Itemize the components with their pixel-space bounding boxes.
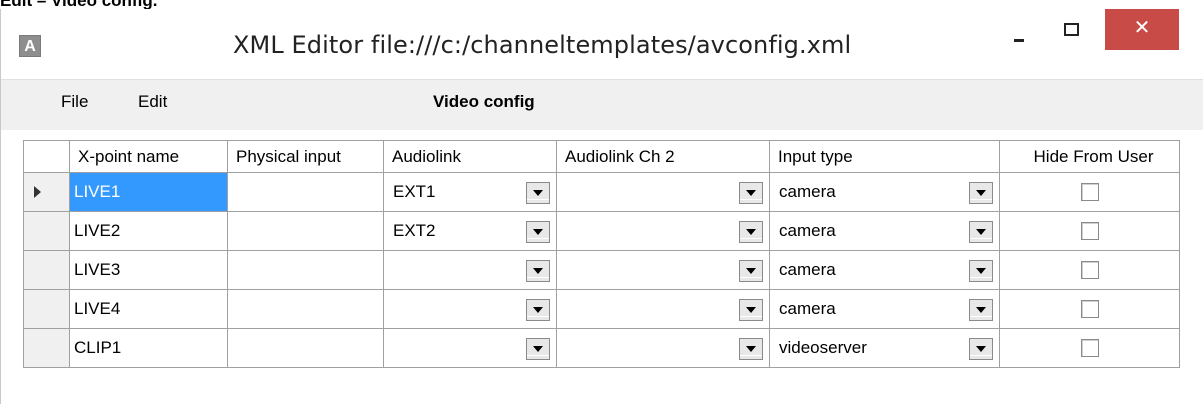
audiolink-ch2-dropdown[interactable]	[556, 250, 770, 290]
xpoint-name-cell[interactable]: LIVE2	[69, 211, 228, 251]
window-title: XML Editor file:///c:/channeltemplates/a…	[233, 31, 852, 59]
chevron-down-icon[interactable]	[526, 338, 550, 360]
input-type-dropdown[interactable]: videoserver	[769, 328, 1000, 368]
xpoint-name-cell[interactable]: LIVE4	[69, 289, 228, 329]
title-bar[interactable]: A XML Editor file:///c:/channeltemplates…	[1, 9, 1203, 79]
table-row[interactable]: CLIP1 videoserver	[23, 328, 1180, 368]
xpoint-name-cell[interactable]: LIVE1	[69, 172, 228, 212]
row-header[interactable]	[23, 172, 70, 212]
minimize-icon	[1014, 39, 1024, 42]
column-header-input-type[interactable]: Input type	[769, 140, 1000, 173]
hide-from-user-cell	[999, 250, 1180, 290]
row-header[interactable]	[23, 250, 70, 290]
chevron-down-icon[interactable]	[969, 260, 993, 282]
menu-edit[interactable]: Edit	[138, 92, 167, 112]
xml-editor-window: A XML Editor file:///c:/channeltemplates…	[0, 9, 1203, 404]
hide-from-user-checkbox[interactable]	[1080, 222, 1099, 240]
maximize-button[interactable]	[1041, 9, 1101, 50]
app-icon[interactable]: A	[19, 35, 41, 57]
chevron-down-icon[interactable]	[739, 221, 763, 243]
chevron-down-icon[interactable]	[739, 338, 763, 360]
physical-input-cell[interactable]	[227, 289, 384, 329]
audiolink-ch2-dropdown[interactable]	[556, 328, 770, 368]
chevron-down-icon[interactable]	[969, 338, 993, 360]
close-button[interactable]: ✕	[1105, 9, 1179, 50]
hide-from-user-checkbox[interactable]	[1080, 183, 1099, 201]
chevron-down-icon[interactable]	[526, 299, 550, 321]
chevron-down-icon[interactable]	[739, 299, 763, 321]
caption-text: Edit – Video config.	[0, 0, 158, 10]
physical-input-cell[interactable]	[227, 172, 384, 212]
column-header-audiolink-ch2[interactable]: Audiolink Ch 2	[556, 140, 770, 173]
row-header[interactable]	[23, 328, 70, 368]
input-type-dropdown[interactable]: camera	[769, 289, 1000, 329]
hide-from-user-cell	[999, 289, 1180, 329]
input-type-dropdown[interactable]: camera	[769, 172, 1000, 212]
hide-from-user-cell	[999, 328, 1180, 368]
audiolink-ch2-dropdown[interactable]	[556, 211, 770, 251]
column-header-xpoint-name[interactable]: X-point name	[69, 140, 228, 173]
table-row[interactable]: LIVE3 camera	[23, 250, 1180, 290]
minimize-button[interactable]	[997, 9, 1041, 50]
physical-input-cell[interactable]	[227, 211, 384, 251]
menu-file[interactable]: File	[61, 92, 88, 112]
audiolink-dropdown[interactable]	[383, 289, 557, 329]
table-row[interactable]: LIVE1 EXT1 camera	[23, 172, 1180, 212]
xpoint-name-cell[interactable]: LIVE3	[69, 250, 228, 290]
chevron-down-icon[interactable]	[739, 260, 763, 282]
chevron-down-icon[interactable]	[526, 182, 550, 204]
chevron-down-icon[interactable]	[969, 221, 993, 243]
xpoint-name-cell[interactable]: CLIP1	[69, 328, 228, 368]
chevron-down-icon[interactable]	[739, 182, 763, 204]
hide-from-user-cell	[999, 172, 1180, 212]
hide-from-user-cell	[999, 211, 1180, 251]
audiolink-dropdown[interactable]: EXT2	[383, 211, 557, 251]
column-header-hide-from-user[interactable]: Hide From User	[999, 140, 1180, 173]
close-icon: ✕	[1133, 15, 1151, 39]
chevron-down-icon[interactable]	[969, 182, 993, 204]
table-row[interactable]: LIVE4 camera	[23, 289, 1180, 329]
row-header[interactable]	[23, 289, 70, 329]
audiolink-ch2-dropdown[interactable]	[556, 289, 770, 329]
row-header[interactable]	[23, 211, 70, 251]
input-type-dropdown[interactable]: camera	[769, 250, 1000, 290]
column-header-audiolink[interactable]: Audiolink	[383, 140, 557, 173]
input-type-dropdown[interactable]: camera	[769, 211, 1000, 251]
hide-from-user-checkbox[interactable]	[1080, 339, 1099, 357]
hide-from-user-checkbox[interactable]	[1080, 300, 1099, 318]
data-grid-area: X-point name Physical input Audiolink Au…	[1, 130, 1203, 404]
maximize-icon	[1064, 23, 1079, 36]
audiolink-ch2-dropdown[interactable]	[556, 172, 770, 212]
physical-input-cell[interactable]	[227, 328, 384, 368]
chevron-down-icon[interactable]	[526, 260, 550, 282]
physical-input-cell[interactable]	[227, 250, 384, 290]
column-header-physical-input[interactable]: Physical input	[227, 140, 384, 173]
audiolink-dropdown[interactable]	[383, 328, 557, 368]
current-row-arrow-icon	[34, 186, 41, 198]
video-config-grid: X-point name Physical input Audiolink Au…	[23, 140, 1180, 368]
hide-from-user-checkbox[interactable]	[1080, 261, 1099, 279]
grid-corner-header[interactable]	[23, 140, 70, 173]
section-title: Video config	[433, 92, 535, 111]
chevron-down-icon[interactable]	[969, 299, 993, 321]
table-row[interactable]: LIVE2 EXT2 camera	[23, 211, 1180, 251]
audiolink-dropdown[interactable]	[383, 250, 557, 290]
audiolink-dropdown[interactable]: EXT1	[383, 172, 557, 212]
menu-bar: File Edit Video config	[1, 79, 1203, 131]
chevron-down-icon[interactable]	[526, 221, 550, 243]
